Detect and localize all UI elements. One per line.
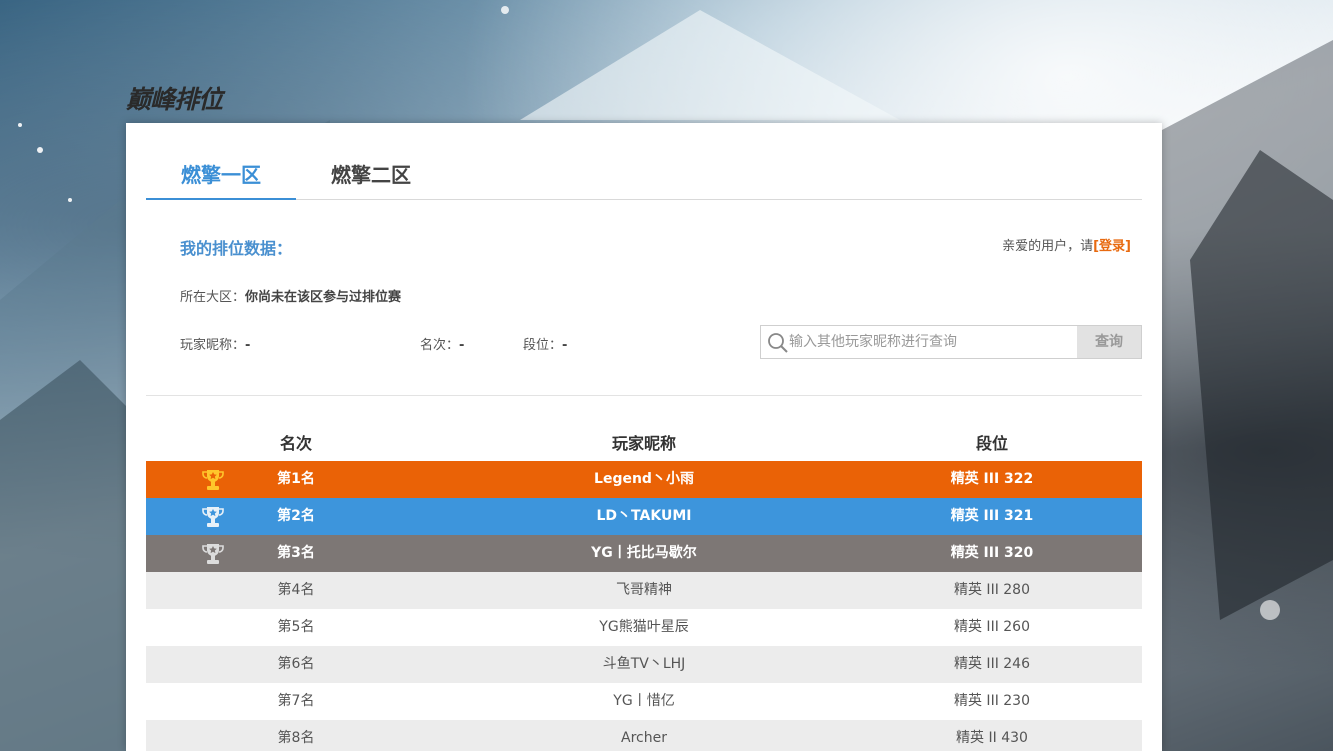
table-row: 第6名 斗鱼TV丶LHJ 精英 III 246 <box>146 646 1142 683</box>
row-rank: 第1名 <box>277 471 315 487</box>
header-tier: 段位 <box>975 434 1008 453</box>
row-name: 飞哥精神 <box>616 582 672 598</box>
row-rank: 第3名 <box>277 545 315 561</box>
tier-info: 段位：- <box>523 334 567 353</box>
table-row: 第4名 飞哥精神 精英 III 280 <box>146 572 1142 609</box>
row-tier: 精英 III 322 <box>950 471 1034 487</box>
row-name: 斗鱼TV丶LHJ <box>602 656 686 672</box>
login-hint: 亲爱的用户，请[登录] <box>1002 235 1131 254</box>
table-row: 第2名 LD丶TAKUMI 精英 III 321 <box>146 498 1142 535</box>
rank-label: 名次： <box>420 338 460 353</box>
row-rank: 第5名 <box>277 619 315 635</box>
row-name: YG丨惜亿 <box>613 693 675 709</box>
row-tier: 精英 III 320 <box>950 545 1034 561</box>
table-row: 第5名 YG熊猫叶星辰 精英 III 260 <box>146 609 1142 646</box>
table-row: 第7名 YG丨惜亿 精英 III 230 <box>146 683 1142 720</box>
region-label: 所在大区： <box>180 290 246 305</box>
row-rank: 第2名 <box>277 508 315 524</box>
region-value: 你尚未在该区参与过排位赛 <box>245 290 402 305</box>
rank-value: - <box>459 338 465 353</box>
table-row: 第8名 Archer 精英 II 430 <box>146 720 1142 751</box>
table-row: 第3名 YG丨托比马歇尔 精英 III 320 <box>146 535 1142 572</box>
login-prefix: 亲爱的用户，请 <box>1002 239 1094 254</box>
row-name: YG丨托比马歇尔 <box>591 545 697 561</box>
nickname-label: 玩家昵称： <box>180 338 246 353</box>
row-tier: 精英 III 246 <box>953 656 1030 672</box>
row-tier: 精英 II 430 <box>956 730 1028 746</box>
row-tier: 精英 III 230 <box>953 693 1030 709</box>
row-tier: 精英 III 280 <box>953 582 1030 598</box>
tier-value: - <box>562 338 568 353</box>
rank-info: 名次：- <box>420 334 464 353</box>
region-info: 所在大区：你尚未在该区参与过排位赛 <box>180 286 401 305</box>
row-tier: 精英 III 321 <box>950 508 1034 524</box>
silver-trophy-icon <box>202 507 224 527</box>
row-name: Legend丶小雨 <box>594 471 694 487</box>
row-name: LD丶TAKUMI <box>596 508 692 524</box>
search-button[interactable]: 查询 <box>1077 326 1141 358</box>
bronze-trophy-icon <box>202 544 224 564</box>
search-input[interactable] <box>789 326 1075 358</box>
ranking-panel: 燃擎一区 燃擎二区 我的排位数据： 亲爱的用户，请[登录] 所在大区：你尚未在该… <box>126 123 1162 751</box>
page-title: 巅峰排位 <box>126 85 223 114</box>
row-name: Archer <box>621 730 667 746</box>
section-divider <box>146 395 1142 396</box>
ranking-table: 名次 玩家昵称 段位 第1名 Legend丶小雨 精英 III 322 第2名 … <box>146 427 1142 751</box>
row-rank: 第8名 <box>277 730 315 746</box>
tier-label: 段位： <box>523 338 563 353</box>
table-row: 第1名 Legend丶小雨 精英 III 322 <box>146 461 1142 498</box>
row-rank: 第4名 <box>277 582 315 598</box>
row-name: YG熊猫叶星辰 <box>599 619 689 635</box>
login-link[interactable]: [登录] <box>1093 239 1131 254</box>
header-rank: 名次 <box>279 434 312 453</box>
tab-region-2[interactable]: 燃擎二区 <box>296 159 446 198</box>
nickname-value: - <box>245 338 251 353</box>
search-icon <box>768 333 788 353</box>
tab-region-1[interactable]: 燃擎一区 <box>146 159 296 200</box>
row-tier: 精英 III 260 <box>953 619 1030 635</box>
player-search: 查询 <box>760 325 1142 359</box>
header-name: 玩家昵称 <box>611 434 676 453</box>
gold-trophy-icon <box>202 470 224 490</box>
region-tabs: 燃擎一区 燃擎二区 <box>146 159 1142 200</box>
row-rank: 第7名 <box>277 693 315 709</box>
row-rank: 第6名 <box>277 656 315 672</box>
table-header: 名次 玩家昵称 段位 <box>146 427 1142 461</box>
nickname-info: 玩家昵称：- <box>180 334 250 353</box>
my-rank-title: 我的排位数据： <box>180 239 293 258</box>
